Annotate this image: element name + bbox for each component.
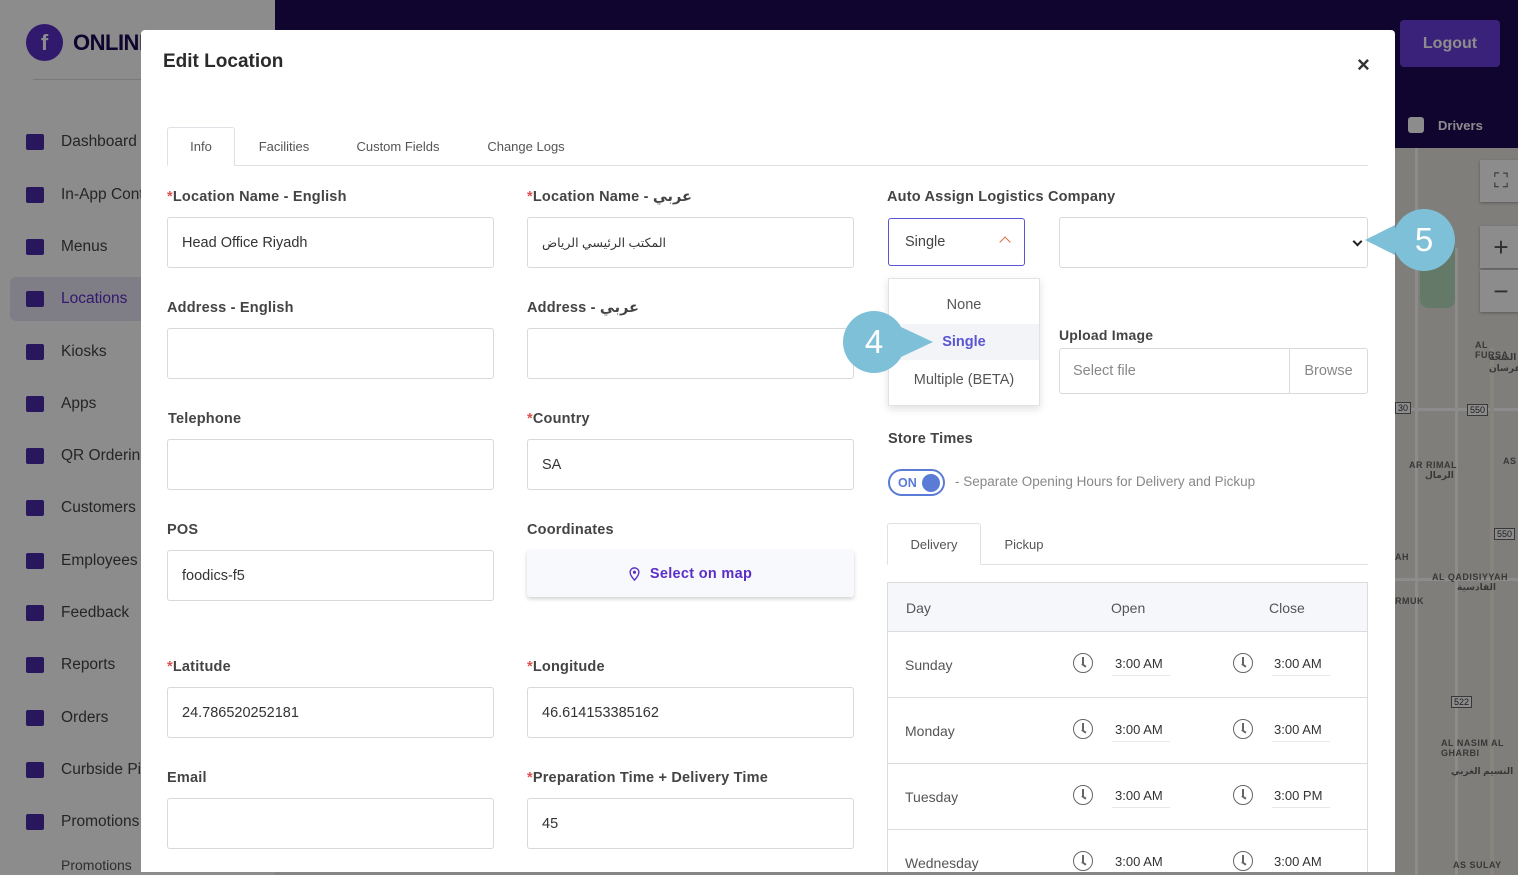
logistics-company-select[interactable] — [1059, 217, 1368, 268]
tab-delivery[interactable]: Delivery — [887, 523, 981, 565]
toggle-state: ON — [898, 475, 917, 490]
open-time[interactable]: 3:00 AM — [1115, 722, 1163, 737]
email-input[interactable] — [167, 798, 494, 849]
close-time[interactable]: 3:00 AM — [1274, 722, 1322, 737]
store-times-tabs: Delivery Pickup — [887, 523, 1368, 565]
prep-time-label: *Preparation Time + Delivery Time — [527, 770, 768, 786]
close-time[interactable]: 3:00 AM — [1274, 656, 1322, 671]
option-none[interactable]: None — [889, 287, 1039, 323]
day-name: Sunday — [905, 657, 953, 673]
location-name-ar-input[interactable]: المكتب الرئيسي الرياض — [527, 217, 854, 268]
prep-time-input[interactable]: 45 — [527, 798, 854, 849]
map-pin-icon — [629, 566, 640, 581]
opening-hours-table: Day Open Close Sunday 3:00 AM 3:00 AM Mo… — [887, 582, 1368, 872]
coordinates-label: Coordinates — [527, 522, 614, 538]
location-name-en-label: *Location Name - English — [167, 189, 347, 205]
upload-image-field[interactable]: Select file Browse — [1059, 348, 1368, 394]
location-name-ar-label: *Location Name - عربي — [527, 189, 692, 205]
telephone-label: Telephone — [168, 411, 242, 427]
address-en-label: Address - English — [167, 300, 294, 316]
address-ar-label: Address - عربي — [527, 300, 639, 316]
browse-button[interactable]: Browse — [1289, 349, 1367, 393]
chevron-down-icon — [1352, 236, 1363, 247]
modal-title: Edit Location — [163, 51, 284, 72]
clock-icon[interactable] — [1233, 851, 1253, 871]
open-time[interactable]: 3:00 AM — [1115, 788, 1163, 803]
day-name: Monday — [905, 723, 955, 739]
callout-pointer — [1365, 225, 1395, 255]
telephone-input[interactable] — [167, 439, 494, 490]
callout-pointer — [901, 327, 933, 357]
select-on-map-button[interactable]: Select on map — [527, 550, 854, 597]
address-en-input[interactable] — [167, 328, 494, 379]
column-open: Open — [1111, 600, 1146, 616]
table-row: Wednesday 3:00 AM 3:00 AM — [888, 830, 1367, 872]
time-underline — [1112, 807, 1170, 808]
email-label: Email — [167, 770, 207, 786]
location-name-en-input[interactable]: Head Office Riyadh — [167, 217, 494, 268]
longitude-input[interactable]: 46.614153385162 — [527, 687, 854, 738]
time-underline — [1272, 741, 1330, 742]
callout-step-4: 4 — [843, 311, 933, 373]
tab-info[interactable]: Info — [167, 127, 235, 166]
clock-icon[interactable] — [1233, 653, 1253, 673]
tab-custom-fields[interactable]: Custom Fields — [343, 127, 453, 166]
tab-change-logs[interactable]: Change Logs — [471, 127, 581, 166]
table-row: Tuesday 3:00 AM 3:00 PM — [888, 764, 1367, 830]
edit-location-modal: Edit Location × Info Facilities Custom F… — [141, 30, 1395, 872]
table-header: Day Open Close — [888, 583, 1367, 632]
close-time[interactable]: 3:00 PM — [1274, 788, 1322, 803]
day-name: Wednesday — [905, 855, 979, 871]
tab-pickup[interactable]: Pickup — [987, 523, 1061, 565]
separate-hours-description: - Separate Opening Hours for Delivery an… — [955, 474, 1256, 489]
auto-assign-selected: Single — [905, 234, 946, 250]
close-time[interactable]: 3:00 AM — [1274, 854, 1322, 869]
address-ar-input[interactable] — [527, 328, 854, 379]
table-row: Sunday 3:00 AM 3:00 AM — [888, 632, 1367, 698]
option-multiple-beta[interactable]: Multiple (BETA) — [889, 362, 1039, 398]
time-underline — [1112, 675, 1170, 676]
column-close: Close — [1269, 600, 1305, 616]
chevron-up-icon — [999, 236, 1011, 248]
auto-assign-select[interactable]: Single — [888, 218, 1025, 266]
clock-icon[interactable] — [1073, 653, 1093, 673]
country-input[interactable]: SA — [527, 439, 854, 490]
country-label: *Country — [527, 411, 590, 427]
open-time[interactable]: 3:00 AM — [1115, 854, 1163, 869]
clock-icon[interactable] — [1233, 719, 1253, 739]
pos-input[interactable]: foodics-f5 — [167, 550, 494, 601]
tab-facilities[interactable]: Facilities — [243, 127, 325, 166]
time-underline — [1272, 675, 1330, 676]
modal-tabs: Info Facilities Custom Fields Change Log… — [167, 127, 1368, 166]
clock-icon[interactable] — [1073, 785, 1093, 805]
time-underline — [1112, 741, 1170, 742]
table-row: Monday 3:00 AM 3:00 AM — [888, 698, 1367, 764]
clock-icon[interactable] — [1233, 785, 1253, 805]
store-times-label: Store Times — [888, 431, 973, 447]
open-time[interactable]: 3:00 AM — [1115, 656, 1163, 671]
toggle-knob — [922, 474, 940, 492]
column-day: Day — [906, 600, 931, 616]
callout-step-5: 5 — [1365, 209, 1455, 271]
upload-image-input[interactable]: Select file — [1060, 349, 1289, 393]
pos-label: POS — [167, 522, 199, 538]
select-on-map-label: Select on map — [649, 565, 753, 582]
callout-badge: 5 — [1393, 209, 1455, 271]
clock-icon[interactable] — [1073, 719, 1093, 739]
callout-badge: 4 — [843, 311, 905, 373]
upload-image-label: Upload Image — [1059, 327, 1154, 343]
time-underline — [1272, 807, 1330, 808]
auto-assign-label: Auto Assign Logistics Company — [887, 189, 1116, 205]
day-name: Tuesday — [905, 789, 959, 805]
separate-hours-toggle[interactable]: ON — [888, 469, 945, 496]
longitude-label: *Longitude — [527, 659, 605, 675]
latitude-input[interactable]: 24.786520252181 — [167, 687, 494, 738]
latitude-label: *Latitude — [167, 659, 231, 675]
close-icon[interactable]: × — [1357, 52, 1370, 78]
clock-icon[interactable] — [1073, 851, 1093, 871]
